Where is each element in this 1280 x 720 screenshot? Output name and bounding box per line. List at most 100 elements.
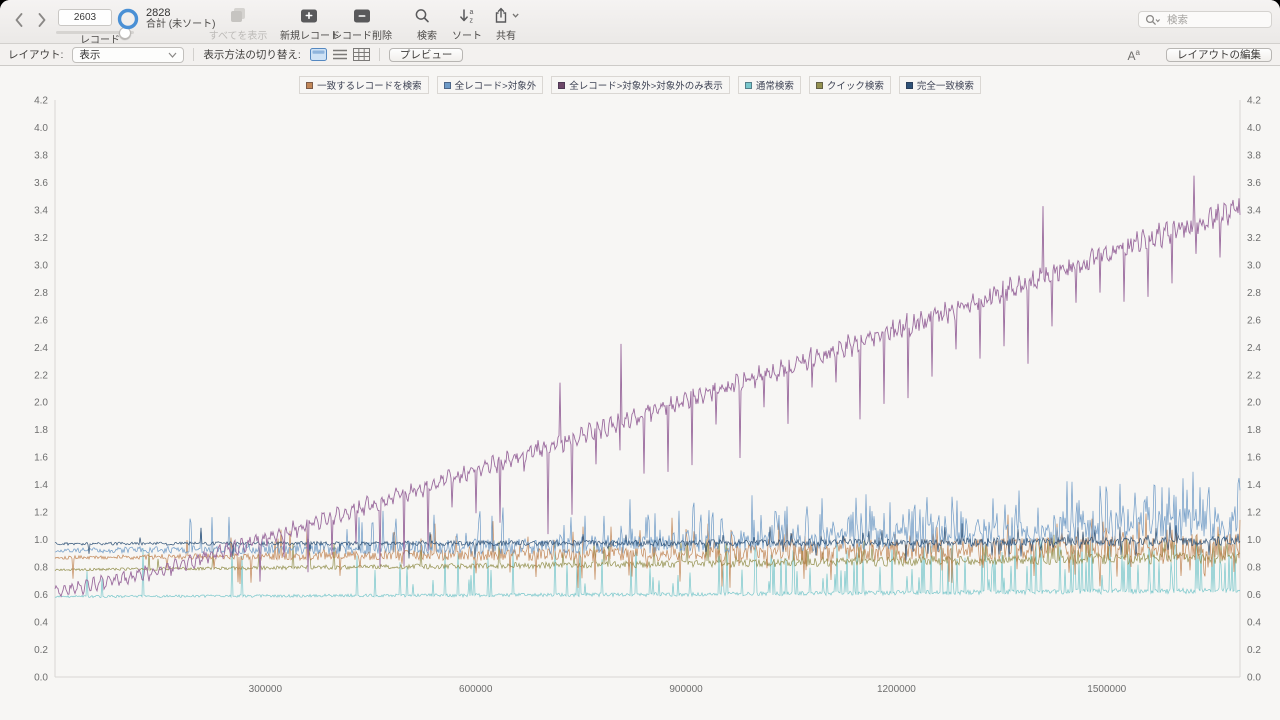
legend-swatch-icon: [306, 81, 314, 89]
edit-layout-button[interactable]: レイアウトの編集: [1166, 47, 1272, 62]
svg-text:900000: 900000: [669, 684, 703, 695]
find-button[interactable]: 検索: [402, 6, 452, 42]
svg-text:4.0: 4.0: [34, 123, 48, 134]
share-button[interactable]: 共有: [483, 6, 529, 42]
svg-text:1.2: 1.2: [34, 508, 48, 519]
svg-text:1.2: 1.2: [1247, 508, 1261, 519]
svg-text:3.6: 3.6: [1247, 178, 1261, 189]
preview-button[interactable]: プレビュー: [388, 47, 464, 62]
show-all-button: すべてを表示: [196, 6, 280, 42]
svg-text:2.6: 2.6: [1247, 315, 1261, 326]
legend-swatch-icon: [443, 81, 451, 89]
layout-select[interactable]: 表示: [72, 46, 185, 63]
svg-text:3.4: 3.4: [34, 205, 48, 216]
svg-text:0.0: 0.0: [34, 673, 48, 684]
layout-bar: レイアウト: 表示 表示方法の切り替え: プレビュー Aa レイアウトの編集: [0, 44, 1280, 66]
svg-text:1.4: 1.4: [1247, 480, 1261, 491]
filemaker-window: 2828 合計 (未ソート) レコード すべてを表示 新規レコード レコード削除: [0, 0, 1280, 720]
next-record-button[interactable]: [33, 10, 51, 30]
svg-text:0.8: 0.8: [34, 563, 48, 574]
svg-text:2.2: 2.2: [34, 370, 48, 381]
chevron-left-icon: [15, 13, 23, 27]
search-icon: [415, 9, 429, 23]
svg-text:0.0: 0.0: [1247, 673, 1261, 684]
quick-search-input[interactable]: [1165, 12, 1265, 27]
svg-text:1.4: 1.4: [34, 480, 48, 491]
svg-text:2.4: 2.4: [34, 343, 48, 354]
svg-text:2.6: 2.6: [34, 315, 48, 326]
legend-swatch-icon: [905, 81, 913, 89]
chevron-right-icon: [38, 13, 46, 27]
svg-text:1200000: 1200000: [877, 684, 916, 695]
svg-text:0.6: 0.6: [1247, 590, 1261, 601]
layout-content: 一致するレコードを検索 全レコード>対象外 全レコード>対象外>対象外のみ表示 通常検…: [0, 66, 1280, 720]
svg-text:0.4: 0.4: [1247, 618, 1261, 629]
svg-text:2.0: 2.0: [1247, 398, 1261, 409]
svg-text:1.8: 1.8: [1247, 425, 1261, 436]
svg-text:0.2: 0.2: [1247, 645, 1261, 656]
svg-text:1.8: 1.8: [34, 425, 48, 436]
svg-text:0.8: 0.8: [1247, 563, 1261, 574]
svg-text:600000: 600000: [459, 684, 493, 695]
legend-item: 全レコード>対象外: [436, 76, 544, 94]
legend-label: 全レコード>対象外: [454, 81, 537, 92]
formatting-bar-toggle[interactable]: Aa: [1128, 47, 1140, 62]
performance-line-chart: 0.0 0.0 0.2 0.2 0.4 0.4 0.6 0.6 0.8 0.8 1.0 1.0 1.2 1…: [34, 96, 1261, 696]
svg-text:0.2: 0.2: [34, 645, 48, 656]
legend-label: 全レコード>対象外>対象外のみ表示: [569, 81, 723, 92]
legend-swatch-icon: [744, 81, 752, 89]
legend-swatch-icon: [558, 81, 566, 89]
legend-label: クイック検索: [826, 81, 884, 92]
legend-item: 一致するレコードを検索: [299, 76, 429, 94]
svg-text:3.6: 3.6: [34, 178, 48, 189]
stacked-records-icon: [231, 8, 245, 22]
quick-search-icon: [1145, 14, 1161, 25]
sort-button[interactable]: a z ソート: [446, 6, 488, 42]
current-record-input[interactable]: [58, 9, 112, 26]
divider: [193, 48, 195, 61]
svg-text:z: z: [470, 18, 474, 25]
svg-text:1500000: 1500000: [1087, 684, 1126, 695]
quick-search-field[interactable]: [1138, 11, 1272, 28]
svg-text:3.4: 3.4: [1247, 205, 1261, 216]
legend-swatch-icon: [815, 81, 823, 89]
svg-text:3.8: 3.8: [1247, 150, 1261, 161]
svg-text:2.8: 2.8: [1247, 288, 1261, 299]
svg-text:2.8: 2.8: [34, 288, 48, 299]
new-record-button[interactable]: 新規レコード: [280, 6, 340, 42]
svg-text:3.2: 3.2: [34, 233, 48, 244]
delete-record-icon: [354, 9, 370, 23]
found-set-pie-icon[interactable]: [116, 7, 140, 31]
legend-label: 一致するレコードを検索: [317, 81, 422, 92]
table-view-icon[interactable]: [352, 48, 370, 61]
sort-az-icon: a z: [460, 9, 474, 25]
svg-text:300000: 300000: [249, 684, 283, 695]
delete-record-button[interactable]: レコード削除: [331, 6, 393, 42]
legend-label: 通常検索: [755, 81, 794, 92]
chevron-down-icon: [168, 52, 177, 58]
previous-record-button[interactable]: [10, 10, 28, 30]
legend-item: 完全一致検索: [898, 76, 981, 94]
svg-text:1.0: 1.0: [34, 535, 48, 546]
svg-text:0.6: 0.6: [34, 590, 48, 601]
layout-select-value: 表示: [79, 49, 101, 61]
view-switch-label: 表示方法の切り替え:: [203, 49, 301, 61]
svg-text:4.0: 4.0: [1247, 123, 1261, 134]
legend-item: 全レコード>対象外>対象外のみ表示: [551, 76, 730, 94]
form-view-icon[interactable]: [309, 48, 327, 61]
svg-text:2.0: 2.0: [34, 398, 48, 409]
divider: [378, 48, 380, 61]
svg-text:0.4: 0.4: [34, 618, 48, 629]
svg-text:4.2: 4.2: [34, 96, 48, 107]
svg-text:2.4: 2.4: [1247, 343, 1261, 354]
svg-text:3.0: 3.0: [34, 260, 48, 271]
svg-text:2.2: 2.2: [1247, 370, 1261, 381]
svg-text:1.6: 1.6: [1247, 453, 1261, 464]
svg-text:3.2: 3.2: [1247, 233, 1261, 244]
legend-item: クイック検索: [808, 76, 891, 94]
status-toolbar: 2828 合計 (未ソート) レコード すべてを表示 新規レコード レコード削除: [0, 0, 1280, 46]
view-mode-switcher: [309, 48, 370, 61]
chart-legend: 一致するレコードを検索 全レコード>対象外 全レコード>対象外>対象外のみ表示 通常検…: [0, 76, 1280, 94]
list-view-icon[interactable]: [332, 48, 348, 61]
svg-text:3.0: 3.0: [1247, 260, 1261, 271]
